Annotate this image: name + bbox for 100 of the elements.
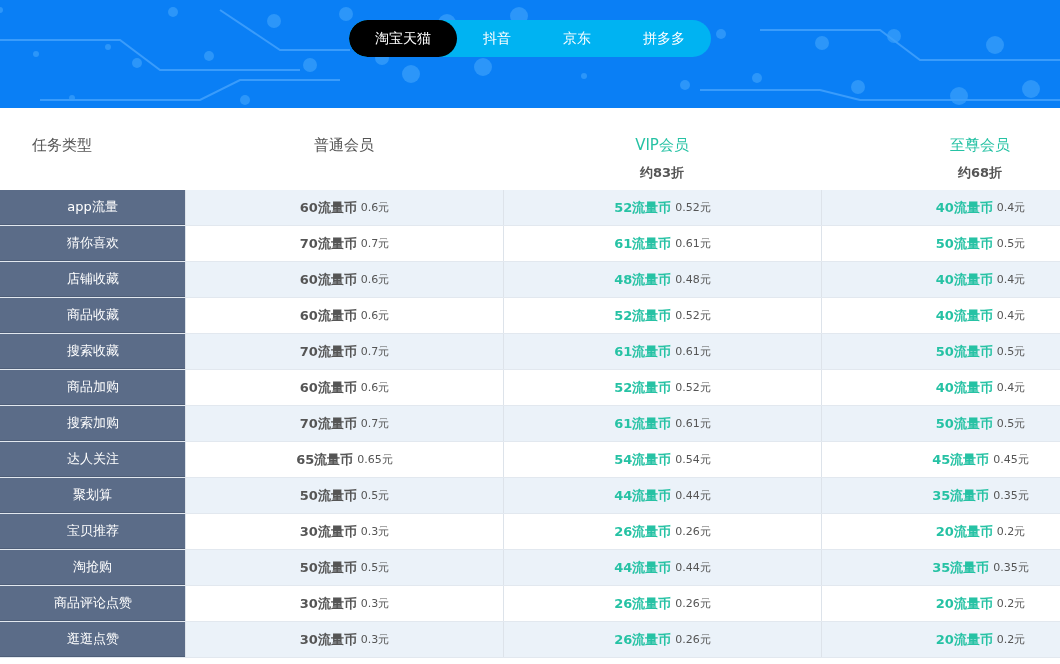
price-text: 0.3元 [360, 632, 390, 649]
price-text: 0.48元 [675, 272, 711, 289]
price-text: 0.4元 [996, 200, 1026, 217]
price-text: 0.61元 [675, 416, 711, 433]
coin-amount: 48流量币 [614, 270, 672, 289]
coin-amount: 52流量币 [614, 306, 672, 325]
price-text: 0.52元 [675, 380, 711, 397]
coin-amount: 61流量币 [614, 342, 672, 361]
coin-amount: 20流量币 [935, 594, 993, 613]
price-text: 0.52元 [675, 200, 711, 217]
coin-amount: 50流量币 [299, 558, 357, 577]
price-text: 0.7元 [360, 416, 390, 433]
coin-amount: 45流量币 [932, 450, 990, 469]
discount-label: 约83折 [639, 163, 685, 182]
coin-amount: 30流量币 [299, 522, 357, 541]
price-text: 0.5元 [996, 236, 1026, 253]
task-cell: 聚划算 [0, 478, 185, 513]
task-cell: 商品收藏 [0, 298, 185, 333]
task-cell: 商品加购 [0, 370, 185, 405]
task-cell: 搜索收藏 [0, 334, 185, 369]
price-text: 0.61元 [675, 344, 711, 361]
coin-amount: 35流量币 [932, 486, 990, 505]
price-text: 0.65元 [357, 452, 393, 469]
platform-tab[interactable]: 拼多多 [617, 20, 711, 57]
task-cell: 店铺收藏 [0, 262, 185, 297]
price-text: 0.44元 [675, 560, 711, 577]
coin-amount: 70流量币 [299, 414, 357, 433]
coin-amount: 35流量币 [932, 558, 990, 577]
price-text: 0.2元 [996, 632, 1026, 649]
coin-amount: 60流量币 [299, 378, 357, 397]
price-text: 0.45元 [993, 452, 1029, 469]
coin-amount: 30流量币 [299, 630, 357, 649]
price-text: 0.4元 [996, 272, 1026, 289]
price-text: 0.5元 [996, 344, 1026, 361]
price-text: 0.52元 [675, 308, 711, 325]
price-text: 0.2元 [996, 596, 1026, 613]
price-text: 0.7元 [360, 236, 390, 253]
column-header: 任务类型 [32, 135, 92, 156]
coin-amount: 40流量币 [935, 198, 993, 217]
price-text: 0.6元 [360, 308, 390, 325]
coin-amount: 26流量币 [614, 594, 672, 613]
task-cell: app流量 [0, 190, 185, 225]
coin-amount: 50流量币 [935, 234, 993, 253]
price-text: 0.5元 [360, 560, 390, 577]
price-text: 0.26元 [675, 596, 711, 613]
price-text: 0.6元 [360, 200, 390, 217]
coin-amount: 52流量币 [614, 378, 672, 397]
coin-amount: 54流量币 [614, 450, 672, 469]
task-cell: 宝贝推荐 [0, 514, 185, 549]
price-text: 0.35元 [993, 488, 1029, 505]
coin-amount: 61流量币 [614, 234, 672, 253]
column-header: 普通会员 [314, 135, 374, 156]
price-text: 0.6元 [360, 380, 390, 397]
coin-amount: 50流量币 [935, 342, 993, 361]
coin-amount: 50流量币 [299, 486, 357, 505]
coin-amount: 52流量币 [614, 198, 672, 217]
coin-amount: 60流量币 [299, 198, 357, 217]
column-header: VIP会员 [635, 135, 689, 156]
price-text: 0.4元 [996, 308, 1026, 325]
price-text: 0.2元 [996, 524, 1026, 541]
coin-amount: 60流量币 [299, 306, 357, 325]
coin-amount: 50流量币 [935, 414, 993, 433]
price-text: 0.54元 [675, 452, 711, 469]
price-text: 0.3元 [360, 596, 390, 613]
coin-amount: 60流量币 [299, 270, 357, 289]
coin-amount: 26流量币 [614, 522, 672, 541]
discount-label: 约68折 [957, 163, 1003, 182]
coin-amount: 70流量币 [299, 234, 357, 253]
coin-amount: 65流量币 [296, 450, 354, 469]
task-cell: 淘抢购 [0, 550, 185, 585]
coin-amount: 26流量币 [614, 630, 672, 649]
coin-amount: 70流量币 [299, 342, 357, 361]
price-text: 0.35元 [993, 560, 1029, 577]
coin-amount: 20流量币 [935, 522, 993, 541]
coin-amount: 30流量币 [299, 594, 357, 613]
task-cell: 商品评论点赞 [0, 586, 185, 621]
column-header: 至尊会员 [950, 135, 1010, 156]
coin-amount: 20流量币 [935, 630, 993, 649]
price-text: 0.7元 [360, 344, 390, 361]
platform-tab[interactable]: 京东 [537, 20, 617, 57]
task-cell: 搜索加购 [0, 406, 185, 441]
price-text: 0.26元 [675, 524, 711, 541]
platform-tab[interactable]: 淘宝天猫 [349, 20, 457, 57]
coin-amount: 61流量币 [614, 414, 672, 433]
task-cell: 达人关注 [0, 442, 185, 477]
platform-tab[interactable]: 抖音 [457, 20, 537, 57]
task-cell: 猜你喜欢 [0, 226, 185, 261]
price-text: 0.5元 [360, 488, 390, 505]
coin-amount: 40流量币 [935, 306, 993, 325]
price-text: 0.4元 [996, 380, 1026, 397]
price-text: 0.26元 [675, 632, 711, 649]
price-text: 0.3元 [360, 524, 390, 541]
price-text: 0.6元 [360, 272, 390, 289]
price-text: 0.61元 [675, 236, 711, 253]
coin-amount: 40流量币 [935, 378, 993, 397]
price-text: 0.5元 [996, 416, 1026, 433]
coin-amount: 40流量币 [935, 270, 993, 289]
coin-amount: 44流量币 [614, 486, 672, 505]
price-text: 0.44元 [675, 488, 711, 505]
task-cell: 逛逛点赞 [0, 622, 185, 657]
